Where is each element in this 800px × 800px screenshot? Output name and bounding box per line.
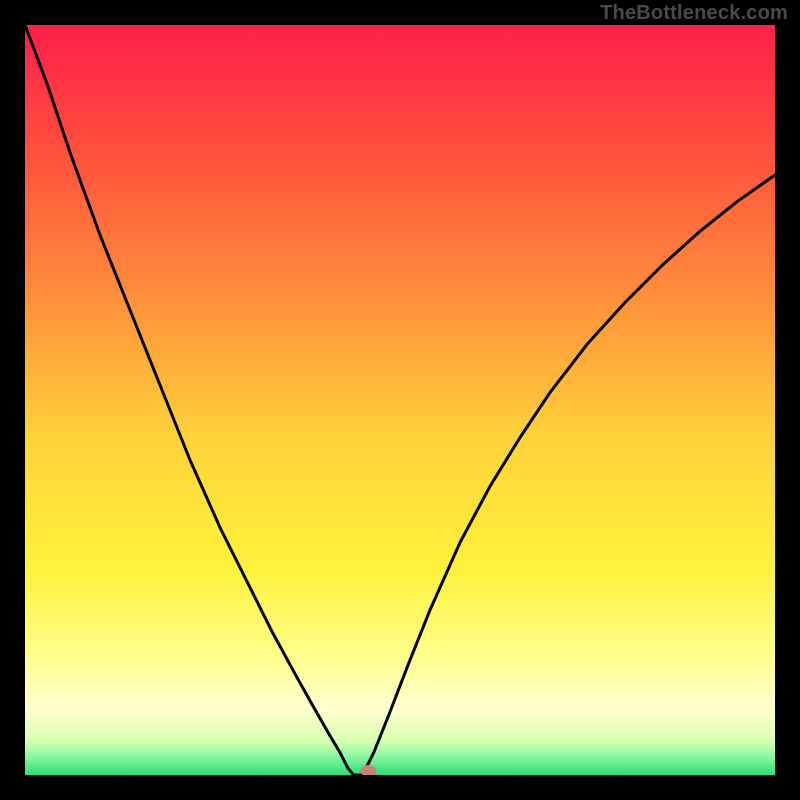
- gradient-background: [25, 25, 775, 775]
- watermark-text: TheBottleneck.com: [600, 2, 788, 25]
- bottleneck-chart: [25, 25, 775, 775]
- chart-frame: TheBottleneck.com: [0, 0, 800, 800]
